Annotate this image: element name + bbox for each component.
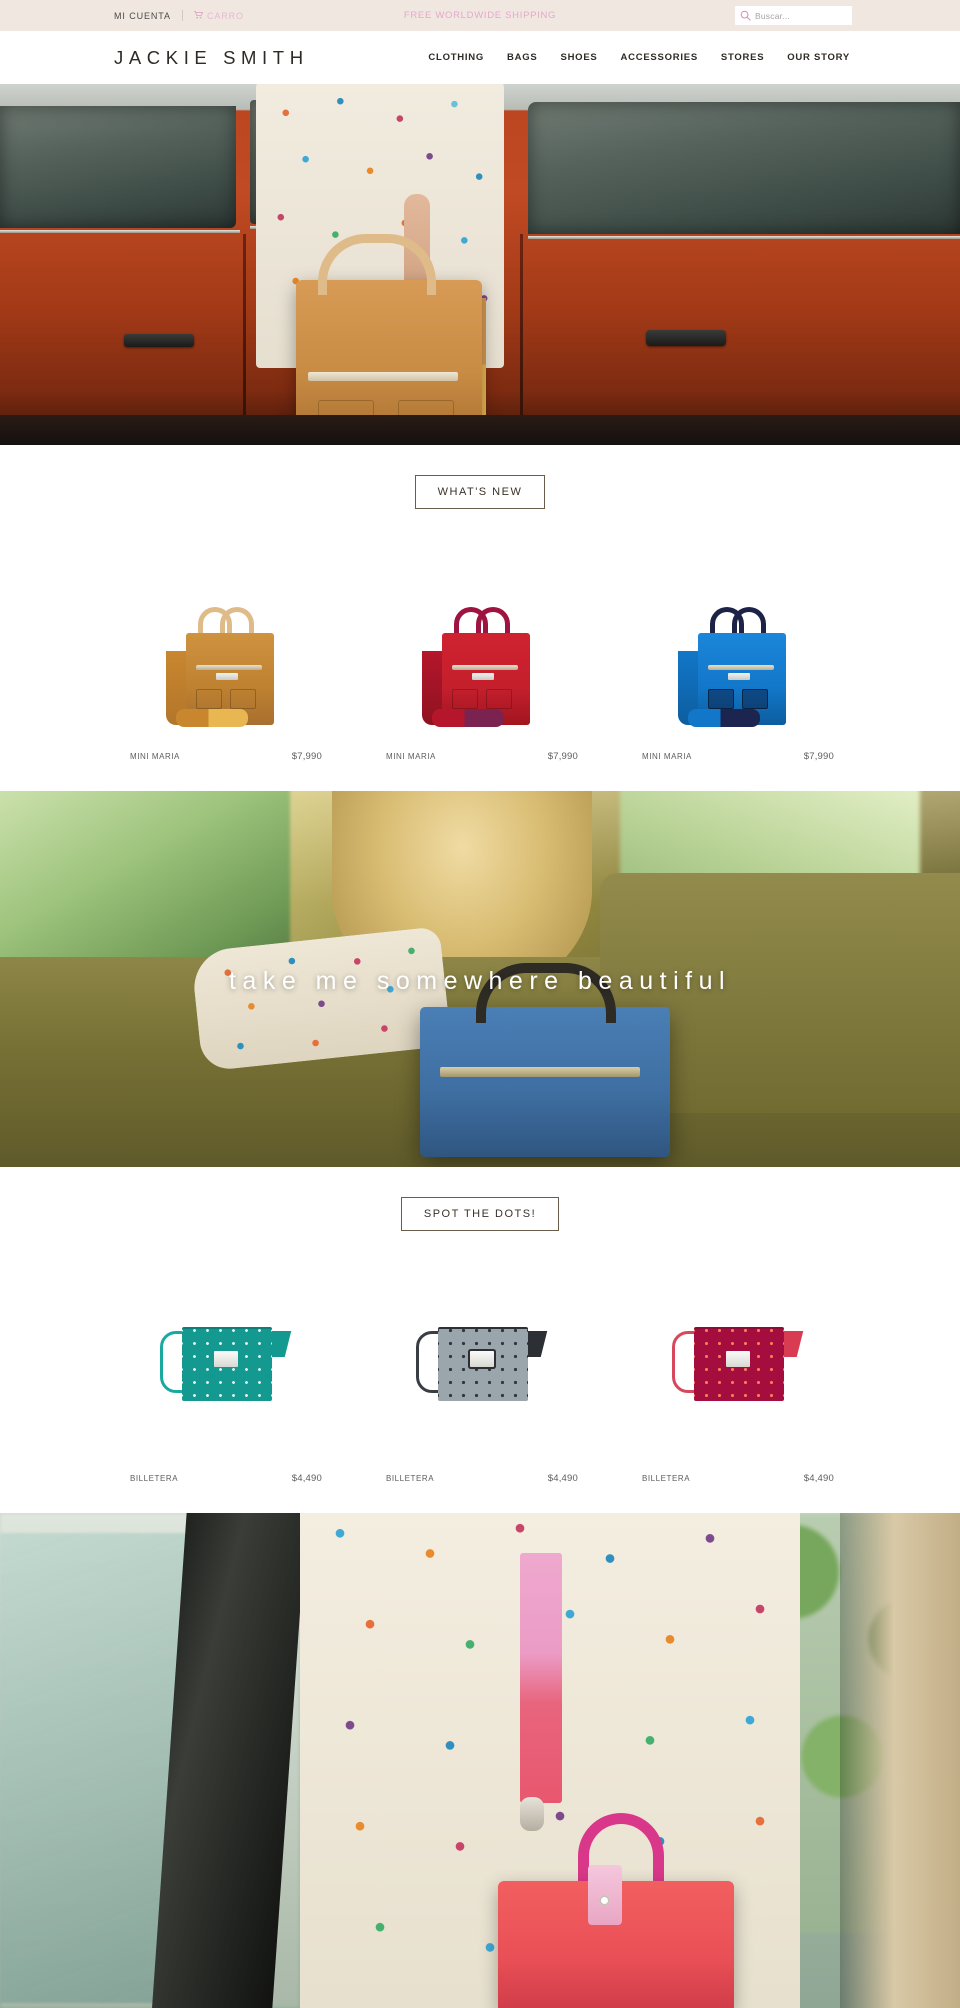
tote-zipper: [452, 665, 518, 670]
product-price: $4,490: [291, 1473, 322, 1484]
car-door-seam-right: [520, 234, 523, 445]
hero-bag-zipper: [308, 372, 458, 381]
car-window-left: [0, 106, 236, 228]
whats-new-section: WHAT'S NEW MINI MARIA $7,990 MINI MARIA …: [0, 445, 960, 791]
bottom-bag-shoulder-strap: [520, 1553, 562, 1803]
product-meta: BILLETERA $4,490: [108, 1473, 340, 1484]
product-image[interactable]: [364, 553, 596, 731]
car-chrome-trim-left: [0, 230, 240, 233]
product-price: $4,490: [547, 1473, 578, 1484]
product-meta: MINI MARIA $7,990: [364, 751, 596, 762]
hero-quote-caption: take me somewhere beautiful: [228, 967, 732, 995]
topbar-search-group: [735, 6, 852, 25]
product-card[interactable]: BILLETERA $4,490: [108, 1275, 340, 1484]
car-window-right: [528, 102, 960, 234]
tote-strap-bottom: [432, 709, 504, 727]
clutch-brand-plate: [214, 1351, 238, 1367]
nav-item-stores[interactable]: STORES: [721, 52, 764, 63]
product-name[interactable]: BILLETERA: [130, 1474, 178, 1483]
clutch-bag-illustration: [410, 1321, 550, 1407]
whats-new-button[interactable]: WHAT'S NEW: [414, 475, 546, 509]
product-image[interactable]: [620, 1275, 852, 1453]
clutch-bag-illustration: [666, 1321, 806, 1407]
product-name[interactable]: BILLETERA: [642, 1474, 690, 1483]
product-name[interactable]: MINI MARIA: [642, 752, 692, 761]
tote-bag-illustration: [164, 605, 284, 731]
spot-the-dots-button[interactable]: SPOT THE DOTS!: [400, 1197, 560, 1231]
product-image[interactable]: [620, 553, 852, 731]
nav-item-accessories[interactable]: ACCESSORIES: [621, 52, 698, 63]
product-price: $7,990: [291, 751, 322, 762]
clutch-brand-plate: [726, 1351, 750, 1367]
tote-brand-plate: [728, 673, 750, 680]
search-icon: [735, 6, 755, 25]
quote-bag-zipper: [440, 1067, 640, 1077]
product-card[interactable]: BILLETERA $4,490: [364, 1275, 596, 1484]
tote-pocket-right: [486, 689, 512, 709]
car-chrome-trim-right: [528, 236, 960, 239]
tote-pocket-right: [230, 689, 256, 709]
tote-strap-bottom: [176, 709, 248, 727]
tote-brand-plate: [472, 673, 494, 680]
product-price: $4,490: [803, 1473, 834, 1484]
product-meta: MINI MARIA $7,990: [108, 751, 340, 762]
car-door-interior: [840, 1513, 960, 2008]
spot-the-dots-button-row: SPOT THE DOTS!: [0, 1197, 960, 1231]
tote-pocket-right: [742, 689, 768, 709]
site-header: JACKIE SMITH CLOTHING BAGS SHOES ACCESSO…: [0, 31, 960, 84]
product-name[interactable]: MINI MARIA: [130, 752, 180, 761]
nav-item-clothing[interactable]: CLOTHING: [428, 52, 484, 63]
spot-the-dots-product-grid: BILLETERA $4,490 BILLETERA $4,490 BILLET…: [0, 1275, 960, 1484]
tote-bag-illustration: [676, 605, 796, 731]
car-door-handle-right: [646, 330, 726, 346]
spot-the-dots-section: SPOT THE DOTS! BILLETERA $4,490 BILLETER…: [0, 1167, 960, 1513]
product-name[interactable]: MINI MARIA: [386, 752, 436, 761]
clutch-brand-plate: [470, 1351, 494, 1367]
product-image[interactable]: [364, 1275, 596, 1453]
tote-pocket-left: [708, 689, 734, 709]
product-image[interactable]: [108, 1275, 340, 1453]
product-card[interactable]: MINI MARIA $7,990: [620, 553, 852, 762]
quote-blue-handbag: [420, 963, 670, 1157]
hero-banner-bottom[interactable]: [0, 1513, 960, 2008]
tote-brand-plate: [216, 673, 238, 680]
product-meta: BILLETERA $4,490: [364, 1473, 596, 1484]
product-meta: MINI MARIA $7,990: [620, 751, 852, 762]
nav-item-our-story[interactable]: OUR STORY: [787, 52, 850, 63]
search-input[interactable]: [755, 10, 847, 21]
road-surface: [0, 415, 960, 445]
hero-banner-top[interactable]: [0, 84, 960, 445]
nav-item-bags[interactable]: BAGS: [507, 52, 537, 63]
nav-item-shoes[interactable]: SHOES: [560, 52, 597, 63]
hero-banner-quote[interactable]: take me somewhere beautiful: [0, 791, 960, 1167]
tote-bag-illustration: [420, 605, 540, 731]
product-card[interactable]: MINI MARIA $7,990: [108, 553, 340, 762]
product-price: $7,990: [547, 751, 578, 762]
tote-strap-bottom: [688, 709, 760, 727]
product-image[interactable]: [108, 553, 340, 731]
clutch-bag-illustration: [154, 1321, 294, 1407]
tote-pocket-left: [452, 689, 478, 709]
tote-zipper: [196, 665, 262, 670]
brand-logo[interactable]: JACKIE SMITH: [114, 47, 309, 69]
product-price: $7,990: [803, 751, 834, 762]
whats-new-product-grid: MINI MARIA $7,990 MINI MARIA $7,990 MINI…: [0, 553, 960, 762]
car-door-handle-left: [124, 334, 194, 347]
search-form[interactable]: [735, 6, 852, 25]
bottom-bag-strap-clip: [520, 1797, 544, 1831]
main-navigation: CLOTHING BAGS SHOES ACCESSORIES STORES O…: [428, 52, 850, 63]
bottom-bag-front-tab: [588, 1865, 622, 1925]
announcement-bar: MI CUENTA CARRO FREE WORLDWIDE SHIPPING: [0, 0, 960, 31]
tote-zipper: [708, 665, 774, 670]
product-name[interactable]: BILLETERA: [386, 1474, 434, 1483]
tote-pocket-left: [196, 689, 222, 709]
car-door-seam-left: [243, 234, 246, 445]
product-card[interactable]: MINI MARIA $7,990: [364, 553, 596, 762]
product-meta: BILLETERA $4,490: [620, 1473, 852, 1484]
whats-new-button-row: WHAT'S NEW: [0, 475, 960, 509]
product-card[interactable]: BILLETERA $4,490: [620, 1275, 852, 1484]
